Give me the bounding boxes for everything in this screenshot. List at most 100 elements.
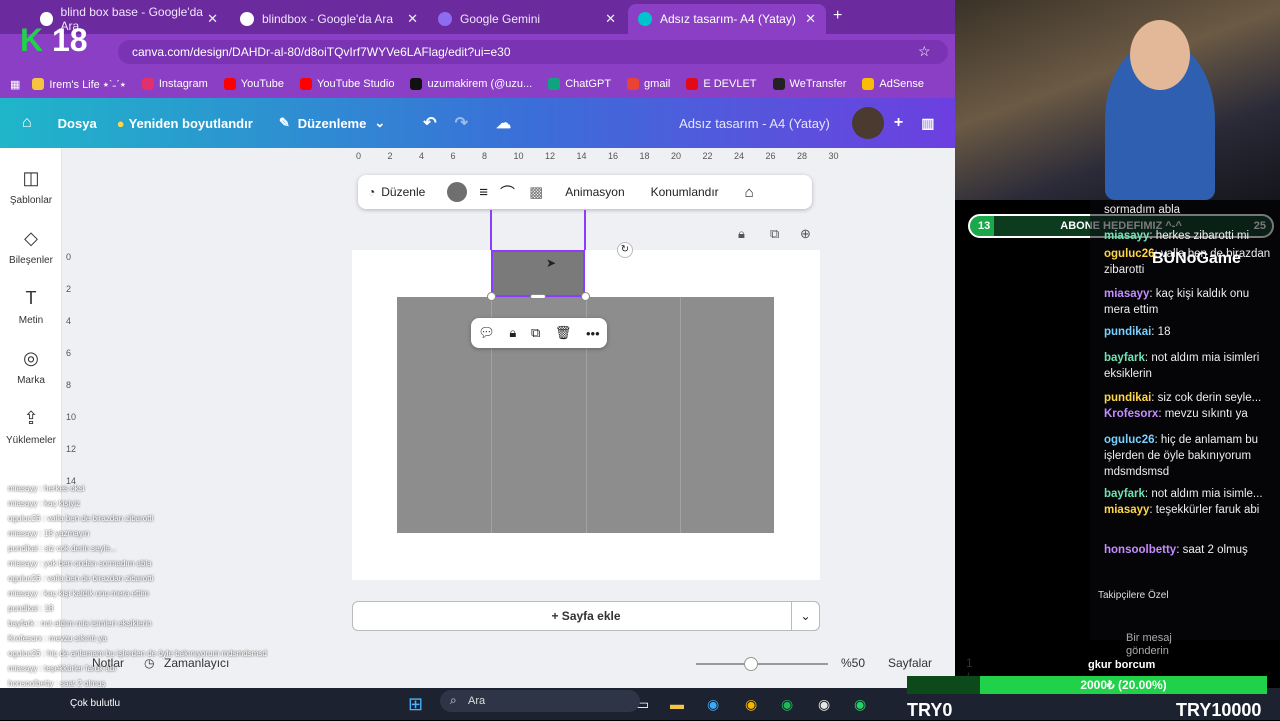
sidebar-item-text[interactable]: T Metin: [0, 288, 62, 326]
trash-icon[interactable]: 🗑︎: [555, 325, 572, 341]
tab-gemini[interactable]: Google Gemini ✕: [428, 4, 626, 34]
close-icon[interactable]: ✕: [605, 11, 616, 27]
whatsapp-icon[interactable]: ◉: [854, 696, 866, 713]
spotify-icon[interactable]: ◉: [781, 696, 793, 713]
ruler-tick: 8: [482, 151, 488, 161]
tab-canva[interactable]: Adsız tasarım- A4 (Yatay) ✕: [628, 4, 826, 34]
chat-username[interactable]: miasayy: [1104, 288, 1149, 300]
duplicate-icon[interactable]: ⧉: [531, 325, 540, 341]
chrome-icon[interactable]: ◉: [745, 696, 757, 713]
chat-username[interactable]: pundikai: [1104, 326, 1151, 338]
bookmark-gmail[interactable]: gmail: [627, 78, 670, 90]
transparency-icon[interactable]: ▩: [529, 183, 543, 201]
undo-icon[interactable]: ↶: [423, 113, 436, 133]
star-icon[interactable]: ☆: [918, 43, 931, 60]
bookmark-tiktok[interactable]: uzumakirem (@uzu...: [410, 78, 532, 90]
zoom-slider-thumb[interactable]: [744, 657, 758, 671]
bookmark-adsense[interactable]: AdSense: [862, 78, 924, 90]
chevron-down-icon[interactable]: ⌄: [374, 115, 385, 131]
cloud-saved-icon[interactable]: ☁: [496, 114, 511, 132]
duplicate-page-icon[interactable]: ⧉: [770, 226, 779, 242]
color-swatch[interactable]: [447, 182, 468, 202]
design-title[interactable]: Adsız tasarım - A4 (Yatay): [679, 116, 830, 131]
pages-button[interactable]: Sayfalar: [888, 656, 932, 670]
close-icon[interactable]: ✕: [407, 11, 418, 27]
chevron-down-icon[interactable]: ⌄: [791, 601, 820, 631]
chat-username[interactable]: miasayy: [1104, 230, 1149, 242]
tab-blindbox[interactable]: blindbox - Google'da Ara ✕: [230, 4, 428, 34]
chat-username[interactable]: honsoolbetty: [1104, 544, 1176, 556]
add-page-button[interactable]: + Sayfa ekle: [352, 601, 820, 631]
close-icon[interactable]: ✕: [207, 11, 218, 27]
bookmark-youtube[interactable]: YouTube: [223, 78, 284, 90]
bookmark-edevlet[interactable]: E DEVLET: [686, 78, 757, 90]
insights-icon[interactable]: ▥: [921, 115, 934, 132]
resize-handle[interactable]: [530, 294, 546, 299]
bookmark-instagram[interactable]: Instagram: [141, 78, 208, 90]
file-menu[interactable]: Dosya: [58, 116, 97, 131]
ruler-tick: 26: [765, 151, 776, 161]
bookmark-chatgpt[interactable]: ChatGPT: [548, 78, 611, 90]
border-style-icon[interactable]: ≡: [479, 184, 488, 201]
close-icon[interactable]: ✕: [805, 11, 816, 27]
copy-style-icon[interactable]: ⌂: [745, 184, 754, 201]
sidebar-item-uploads[interactable]: ⇪ Yüklemeler: [0, 408, 62, 446]
more-icon[interactable]: •••: [586, 326, 600, 341]
rotate-icon[interactable]: ↻: [617, 242, 633, 258]
donation-max-label: TRY10000: [1176, 700, 1262, 720]
edit-button[interactable]: Düzenle: [381, 185, 425, 199]
donation-min-label: TRY0: [907, 700, 953, 720]
add-icon[interactable]: +: [894, 114, 903, 132]
lock-icon[interactable]: 🔒︎: [509, 325, 516, 341]
chat-username[interactable]: bayfark: [1104, 352, 1145, 364]
taskbar-search[interactable]: Ara: [440, 690, 640, 712]
redo-icon[interactable]: ↷: [455, 113, 468, 133]
avatar[interactable]: [851, 107, 884, 139]
chat-message: pundikai: 18: [1104, 326, 1171, 338]
edge-icon[interactable]: ◉: [707, 696, 719, 713]
ruler-tick: 0: [356, 151, 362, 161]
chat-username[interactable]: oguluc26: [1104, 248, 1154, 260]
edit-shape-icon: ◔: [368, 185, 376, 199]
windows-start-icon[interactable]: ⊞: [408, 694, 423, 715]
ruler-tick: 6: [66, 348, 72, 358]
resize-handle[interactable]: [487, 292, 496, 301]
resize-handle[interactable]: [581, 292, 590, 301]
chat-username[interactable]: miasayy: [1104, 504, 1149, 516]
chat-username[interactable]: bayfark: [1104, 488, 1145, 500]
ruler-tick: 14: [576, 151, 587, 161]
comment-icon[interactable]: 💬︎: [478, 325, 495, 341]
home-icon[interactable]: ⌂: [22, 114, 32, 132]
zoom-level[interactable]: %50: [841, 656, 865, 670]
chat-input[interactable]: Bir mesaj gönderin: [1126, 632, 1186, 658]
animate-button[interactable]: Animasyon: [565, 185, 624, 199]
overlay-chat-line: miasayy : teşekkürler faruk abi: [8, 664, 117, 673]
apps-icon[interactable]: ▦: [10, 78, 20, 91]
file-explorer-icon[interactable]: ▬: [670, 696, 684, 712]
zoom-slider[interactable]: [696, 663, 828, 665]
lock-icon[interactable]: 🔒︎: [738, 226, 745, 242]
sidebar-item-brand[interactable]: ◎ Marka: [0, 348, 62, 386]
bookmark-youtube-studio[interactable]: YouTube Studio: [300, 78, 394, 90]
add-page-icon[interactable]: ⊕: [800, 226, 811, 242]
chat-username[interactable]: oguluc26: [1104, 434, 1154, 446]
url-field[interactable]: canva.com/design/DAHDr-al-80/d8oiTQvIrf7…: [118, 40, 948, 64]
resize-button[interactable]: Yeniden boyutlandır: [129, 116, 253, 131]
chat-username[interactable]: Krofesorx: [1104, 408, 1158, 420]
ruler-tick: 24: [734, 151, 745, 161]
corner-rounding-icon[interactable]: ⌒: [500, 182, 515, 203]
sidebar-item-templates[interactable]: ◫ Şablonlar: [0, 168, 62, 206]
streamer-face: [1130, 20, 1190, 90]
bookmark-wetransfer[interactable]: WeTransfer: [772, 78, 846, 90]
selected-rectangle-shape[interactable]: [491, 250, 585, 297]
position-button[interactable]: Konumlandır: [651, 185, 719, 199]
sidebar-item-elements[interactable]: ◇ Bileşenler: [0, 228, 62, 266]
followers-only-label: Takipçilere Özel: [1098, 590, 1169, 601]
new-tab-icon[interactable]: +: [833, 7, 842, 25]
chat-message: bayfark: not aldım mia isimleri eksikler…: [1104, 352, 1260, 380]
obs-icon[interactable]: ◉: [818, 696, 830, 713]
overlay-chat-line: oguluc26 : valla ben de birazdan zibarot…: [8, 514, 154, 523]
chat-username[interactable]: pundikai: [1104, 392, 1151, 404]
bookmark-irem[interactable]: Irem's Life ٭ˊ˗ˋ٭: [32, 78, 126, 91]
edit-mode-button[interactable]: Düzenleme: [298, 116, 367, 131]
